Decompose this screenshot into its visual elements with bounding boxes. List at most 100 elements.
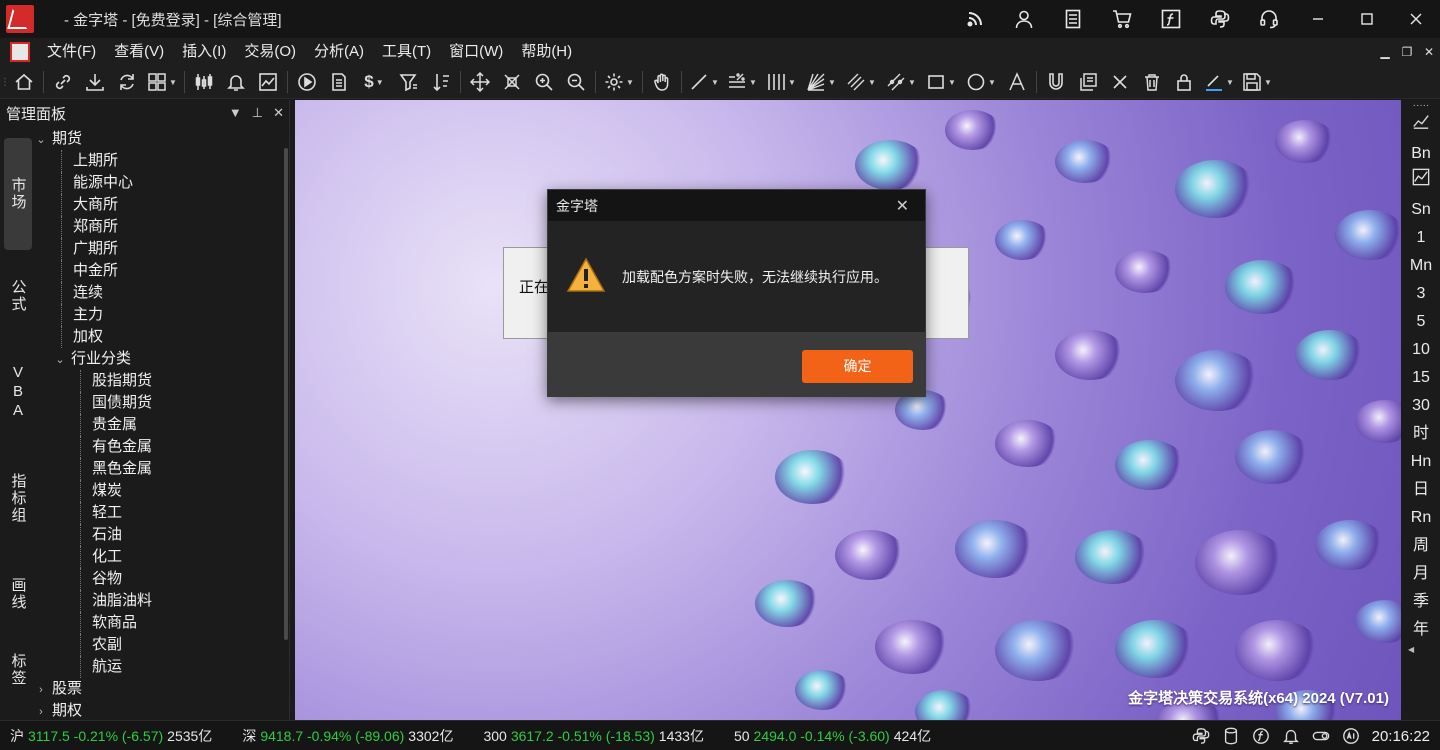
tab-indicator-group[interactable]: 指标组 (4, 448, 32, 548)
tree-item[interactable]: 中金所 (34, 260, 286, 282)
minimize-icon[interactable] (1293, 0, 1342, 38)
period-6[interactable]: 10 (1402, 336, 1440, 364)
parallel-icon[interactable]: ▼ (881, 66, 921, 99)
zoom-out-icon[interactable] (560, 66, 592, 99)
sort-icon[interactable] (425, 66, 457, 99)
tree-item[interactable]: 主力 (34, 304, 286, 326)
dialog-close-icon[interactable]: ✕ (896, 196, 909, 216)
delete-x-icon[interactable] (1104, 66, 1136, 99)
index-quote[interactable]: 沪 3117.5 -0.21% (-6.57) 2535亿 (10, 726, 212, 746)
tree-item[interactable]: › 期权 (34, 700, 286, 720)
python-icon[interactable] (1195, 0, 1244, 38)
candlestick-icon[interactable] (188, 66, 220, 99)
user-icon[interactable] (999, 0, 1048, 38)
period-5[interactable]: 5 (1402, 308, 1440, 336)
tree-item[interactable]: 能源中心 (34, 172, 286, 194)
hand-icon[interactable] (646, 66, 678, 99)
tree-item[interactable]: 国债期货 (34, 392, 286, 414)
tree-item[interactable]: 上期所 (34, 150, 286, 172)
home-icon[interactable] (8, 66, 40, 99)
chart-window-icon[interactable] (252, 66, 284, 99)
period-scroll-icon[interactable]: ◀ (1408, 644, 1414, 656)
tree-item[interactable]: 有色金属 (34, 436, 286, 458)
percent-line-icon[interactable]: ▼ (723, 66, 761, 99)
index-quote[interactable]: 50 2494.0 -0.14% (-3.60) 424亿 (734, 726, 931, 746)
period-9[interactable]: 时 (1402, 420, 1440, 448)
menu-help[interactable]: 帮助(H) (512, 38, 581, 66)
period-4[interactable]: 3 (1402, 280, 1440, 308)
headset-icon[interactable] (1244, 0, 1293, 38)
pen-color-icon[interactable]: ▼ (1200, 66, 1238, 99)
period-11[interactable]: 日 (1402, 476, 1440, 504)
trash-icon[interactable] (1136, 66, 1168, 99)
menu-insert[interactable]: 插入(I) (173, 38, 235, 66)
lock-icon[interactable] (1168, 66, 1200, 99)
tree-item[interactable]: 油脂油料 (34, 590, 286, 612)
line-tool-icon[interactable]: ▼ (685, 66, 723, 99)
menu-view[interactable]: 查看(V) (105, 38, 173, 66)
notification-icon[interactable] (1276, 721, 1306, 750)
ai-icon[interactable] (1336, 721, 1366, 750)
tree-item[interactable]: ⌄ 期货 (34, 128, 286, 150)
move-icon[interactable] (464, 66, 496, 99)
circle-icon[interactable]: ▼ (961, 66, 1001, 99)
dollar-icon[interactable]: $ ▼ (355, 66, 393, 99)
trend-chart-icon[interactable] (1402, 112, 1440, 140)
database-icon[interactable] (1216, 721, 1246, 750)
link-icon[interactable] (47, 66, 79, 99)
period-0[interactable]: Bn (1402, 140, 1440, 168)
settings-gear-icon[interactable]: ▼ (599, 66, 639, 99)
period-3[interactable]: Mn (1402, 252, 1440, 280)
panel-close-icon[interactable]: ✕ (273, 105, 284, 121)
period-7[interactable]: 15 (1402, 364, 1440, 392)
index-quote[interactable]: 深 9418.7 -0.94% (-89.06) 3302亿 (242, 726, 453, 746)
mdi-restore-icon[interactable]: ❐ (1396, 45, 1418, 59)
formula-status-icon[interactable] (1246, 721, 1276, 750)
tree-item[interactable]: 广期所 (34, 238, 286, 260)
chevron-down-icon[interactable]: ⌄ (34, 129, 48, 151)
chevron-right-icon[interactable]: › (34, 701, 48, 720)
rss-icon[interactable] (950, 0, 999, 38)
mdi-minimize-icon[interactable]: ▁ (1374, 45, 1396, 59)
tree-item[interactable]: 郑商所 (34, 216, 286, 238)
copy-icon[interactable] (1072, 66, 1104, 99)
tree-item[interactable]: ⌄ 行业分类 (34, 348, 286, 370)
tree-item[interactable]: 石油 (34, 524, 286, 546)
panel-pin-icon[interactable]: ⊥ (252, 105, 263, 121)
menu-trade[interactable]: 交易(O) (235, 38, 305, 66)
cart-icon[interactable] (1097, 0, 1146, 38)
tree-item[interactable]: 黑色金属 (34, 458, 286, 480)
tree-item[interactable]: › 股票 (34, 678, 286, 700)
mdi-close-icon[interactable]: ✕ (1418, 45, 1440, 59)
menu-analysis[interactable]: 分析(A) (305, 38, 373, 66)
layout-grid-icon[interactable]: ▼ (143, 66, 181, 99)
tab-market[interactable]: 市场 (4, 138, 32, 250)
python-status-icon[interactable] (1186, 721, 1216, 750)
save-icon[interactable]: ▼ (1238, 66, 1276, 99)
index-quote[interactable]: 300 3617.2 -0.51% (-18.53) 1433亿 (483, 726, 704, 746)
channel-icon[interactable]: ▼ (841, 66, 881, 99)
menu-file[interactable]: 文件(F) (38, 38, 105, 66)
chevron-right-icon[interactable]: › (34, 679, 48, 701)
tree-item[interactable]: 轻工 (34, 502, 286, 524)
tab-vba[interactable]: VBA (4, 342, 32, 442)
tree-item[interactable]: 化工 (34, 546, 286, 568)
period-16[interactable]: 年 (1402, 616, 1440, 644)
zoom-in-icon[interactable] (528, 66, 560, 99)
period-13[interactable]: 周 (1402, 532, 1440, 560)
text-tool-icon[interactable] (1001, 66, 1033, 99)
tree-item[interactable]: 股指期货 (34, 370, 286, 392)
period-8[interactable]: 30 (1402, 392, 1440, 420)
tab-formula[interactable]: 公式 (4, 256, 32, 336)
chevron-down-icon[interactable]: ⌄ (53, 349, 67, 371)
tree-item[interactable]: 加权 (34, 326, 286, 348)
play-icon[interactable] (291, 66, 323, 99)
tree-item[interactable]: 连续 (34, 282, 286, 304)
maximize-icon[interactable] (1342, 0, 1391, 38)
magnet-icon[interactable] (1040, 66, 1072, 99)
tree-item[interactable]: 谷物 (34, 568, 286, 590)
menu-tools[interactable]: 工具(T) (373, 38, 440, 66)
line-chart-icon[interactable] (1402, 168, 1440, 196)
tree-item[interactable]: 软商品 (34, 612, 286, 634)
menu-window[interactable]: 窗口(W) (440, 38, 512, 66)
